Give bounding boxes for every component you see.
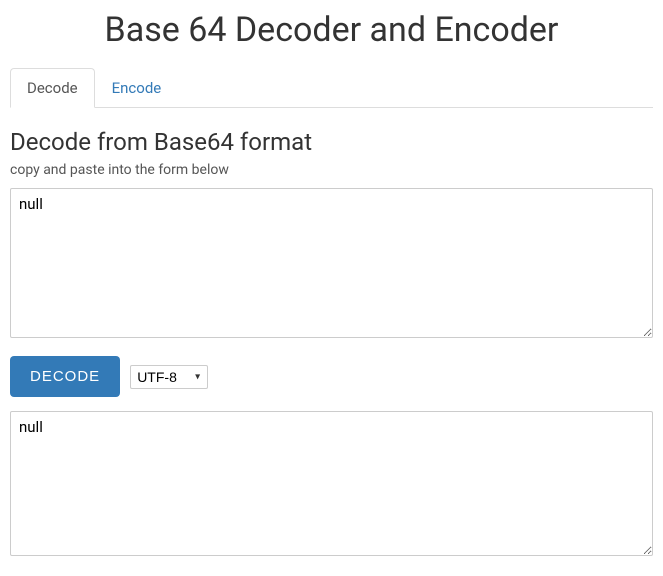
section-heading: Decode from Base64 format	[10, 128, 653, 156]
input-textarea[interactable]	[10, 188, 653, 338]
page-title: Base 64 Decoder and Encoder	[10, 10, 653, 50]
tab-decode[interactable]: Decode	[10, 68, 95, 108]
encoding-select-wrapper: UTF-8	[130, 365, 208, 389]
output-textarea[interactable]	[10, 411, 653, 556]
decode-button[interactable]: DECODE	[10, 356, 120, 397]
tab-encode[interactable]: Encode	[95, 68, 179, 108]
encoding-select[interactable]: UTF-8	[130, 365, 208, 389]
instruction-text: copy and paste into the form below	[10, 162, 653, 178]
controls-row: DECODE UTF-8	[10, 356, 653, 397]
tabs-bar: Decode Encode	[10, 68, 653, 108]
